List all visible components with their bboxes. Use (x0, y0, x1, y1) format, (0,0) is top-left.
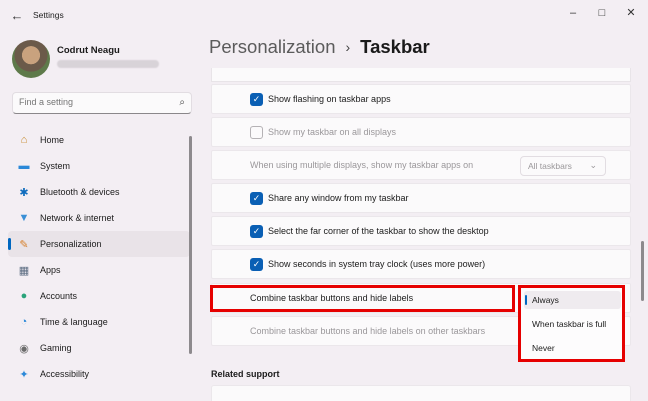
far-corner-checkbox[interactable]: ✓ (250, 225, 263, 238)
menu-item-always[interactable]: Always (524, 291, 621, 309)
show-seconds-checkbox[interactable]: ✓ (250, 258, 263, 271)
sidebar-item-label: Personalization (40, 239, 102, 249)
sidebar-item-label: Accessibility (40, 369, 90, 379)
search-icon[interactable]: ⌕ (179, 97, 185, 108)
setting-label: When using multiple displays, show my ta… (250, 160, 474, 170)
settings-card-top (211, 68, 631, 82)
chevron-right-icon: › (345, 39, 351, 55)
minimize-button[interactable]: – (562, 4, 584, 22)
accessibility-icon: ✦ (19, 368, 29, 381)
dropdown-value: All taskbars (528, 161, 572, 171)
system-icon: ▬ (18, 160, 30, 172)
main-scrollbar[interactable] (641, 241, 644, 301)
back-button[interactable]: ← (8, 7, 26, 25)
menu-item-when-full[interactable]: When taskbar is full (524, 315, 621, 333)
share-window-checkbox[interactable]: ✓ (250, 192, 263, 205)
sidebar-item-accounts[interactable]: ● Accounts (8, 283, 190, 309)
setting-row-all-displays[interactable]: Show my taskbar on all displays (211, 117, 631, 147)
breadcrumb-parent[interactable]: Personalization (209, 36, 336, 58)
setting-label: Show my taskbar on all displays (268, 127, 397, 137)
user-name: Codrut Neagu (57, 45, 120, 56)
sidebar-item-gaming[interactable]: ◉ Gaming (8, 335, 190, 361)
chevron-down-icon: ⌄ (589, 160, 597, 170)
menu-item-never[interactable]: Never (524, 339, 621, 357)
breadcrumb: Personalization › Taskbar (209, 36, 430, 58)
user-email-redacted (57, 60, 159, 68)
combine-options-menu: Always When taskbar is full Never (518, 285, 625, 362)
sidebar-item-bluetooth[interactable]: ✱ Bluetooth & devices (8, 179, 190, 205)
sidebar-item-system[interactable]: ▬ System (8, 153, 190, 179)
setting-row-multi-display: When using multiple displays, show my ta… (211, 150, 631, 180)
search-input[interactable] (19, 97, 169, 107)
setting-row-show-flashing[interactable]: ✓ Show flashing on taskbar apps (211, 84, 631, 114)
app-title: Settings (33, 10, 64, 20)
search-box[interactable]: ⌕ (12, 92, 192, 114)
wifi-icon: ▼ (18, 212, 30, 224)
title-bar: ← Settings – □ ✕ (0, 0, 648, 32)
apps-icon: ▦ (18, 264, 30, 277)
setting-label: Select the far corner of the taskbar to … (268, 226, 489, 236)
all-displays-checkbox[interactable] (250, 126, 263, 139)
sidebar-item-time-language[interactable]: ◔ Time & language (8, 309, 190, 335)
sidebar-item-label: Bluetooth & devices (40, 187, 120, 197)
gaming-icon: ◉ (19, 342, 29, 355)
setting-row-show-seconds[interactable]: ✓ Show seconds in system tray clock (use… (211, 249, 631, 279)
setting-label: Show flashing on taskbar apps (268, 94, 391, 104)
sidebar-item-label: Home (40, 135, 65, 145)
accounts-icon: ● (20, 290, 28, 302)
home-icon: ⌂ (20, 134, 28, 146)
setting-label: Share any window from my taskbar (268, 193, 409, 203)
sidebar-item-label: Time & language (40, 317, 108, 327)
sidebar-item-label: Network & internet (40, 213, 115, 223)
setting-row-far-corner[interactable]: ✓ Select the far corner of the taskbar t… (211, 216, 631, 246)
sidebar-item-network[interactable]: ▼ Network & internet (8, 205, 190, 231)
globe-icon: ◔ (20, 316, 28, 328)
setting-label: Show seconds in system tray clock (uses … (268, 259, 486, 269)
sidebar-nav: ⌂ Home ▬ System ✱ Bluetooth & devices ▼ … (8, 127, 190, 387)
sidebar-scrollbar[interactable] (189, 136, 192, 354)
brush-icon: ✎ (19, 238, 29, 251)
related-support-card (211, 385, 631, 401)
sidebar-item-label: Accounts (40, 291, 78, 301)
sidebar-item-label: Apps (40, 265, 61, 275)
sidebar-item-label: System (40, 161, 71, 171)
multi-display-dropdown[interactable]: All taskbars ⌄ (520, 156, 606, 176)
avatar (12, 40, 50, 78)
maximize-button[interactable]: □ (591, 4, 613, 22)
setting-row-share-window[interactable]: ✓ Share any window from my taskbar (211, 183, 631, 213)
page-title: Taskbar (360, 36, 430, 57)
bluetooth-icon: ✱ (19, 186, 29, 199)
setting-label: Combine taskbar buttons and hide labels … (250, 326, 486, 336)
related-support-title: Related support (211, 369, 280, 379)
close-button[interactable]: ✕ (620, 4, 642, 22)
sidebar-item-personalization[interactable]: ✎ Personalization (8, 231, 190, 257)
highlight-annotation (210, 285, 515, 312)
sidebar-item-label: Gaming (40, 343, 72, 353)
sidebar-item-accessibility[interactable]: ✦ Accessibility (8, 361, 190, 387)
sidebar-item-home[interactable]: ⌂ Home (8, 127, 190, 153)
show-flashing-checkbox[interactable]: ✓ (250, 93, 263, 106)
sidebar-item-apps[interactable]: ▦ Apps (8, 257, 190, 283)
